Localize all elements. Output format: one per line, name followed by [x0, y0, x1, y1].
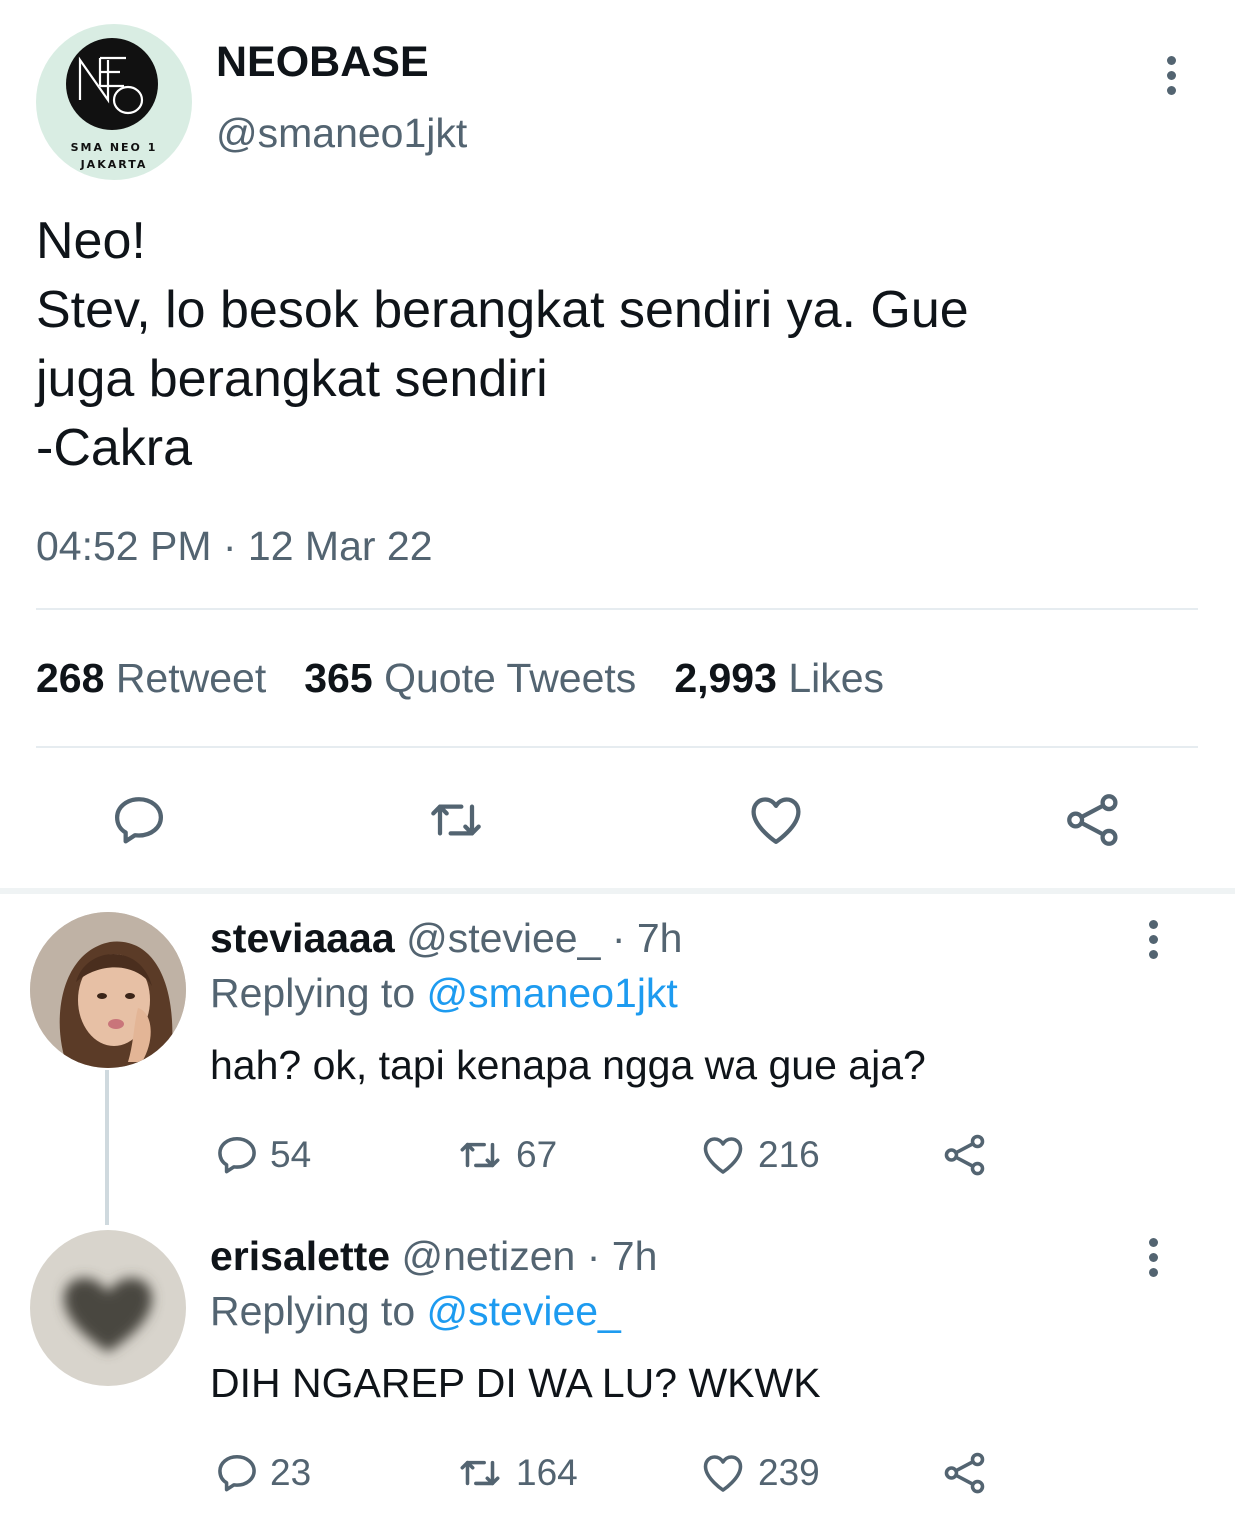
replying-to-handle[interactable]: @smaneo1jkt	[427, 970, 678, 1016]
retweet-count-link[interactable]: 268 Retweet	[36, 655, 266, 701]
like-button[interactable]: 239	[696, 1448, 820, 1498]
reply-icon	[218, 1454, 256, 1492]
avatar-caption-line2: JAKARTA	[80, 158, 148, 171]
reply-header: steviaaaa @steviee_ · 7h	[210, 915, 682, 962]
like-count: 216	[758, 1134, 820, 1175]
share-button[interactable]	[940, 1130, 998, 1180]
reply-text: hah? ok, tapi kenapa ngga wa gue aja?	[210, 1042, 926, 1088]
avatar-caption-line1: SMA NEO 1	[70, 141, 158, 154]
share-icon	[944, 1452, 985, 1494]
reply-button[interactable]: 23	[212, 1448, 311, 1498]
heart-avatar-icon	[64, 1278, 152, 1352]
author-name[interactable]: NEOBASE	[216, 38, 429, 87]
like-icon	[703, 1137, 743, 1174]
reply-text: DIH NGAREP DI WA LU? WKWK	[210, 1360, 821, 1406]
reply-avatar[interactable]	[30, 1230, 186, 1386]
retweet-count: 268	[36, 655, 105, 701]
more-icon[interactable]	[1138, 920, 1168, 964]
like-count: 239	[758, 1452, 820, 1493]
like-icon[interactable]	[744, 788, 808, 852]
reply-button[interactable]: 54	[212, 1130, 311, 1180]
tweet-text-line: Stev, lo besok berangkat sendiri ya. Gue	[36, 281, 969, 339]
tweet-stats: 268 Retweet 365 Quote Tweets 2,993 Likes	[36, 655, 884, 702]
more-icon[interactable]	[1138, 1238, 1168, 1282]
avatar-photo	[30, 912, 186, 1068]
divider	[36, 608, 1198, 610]
reply-header: erisalette @netizen · 7h	[210, 1233, 657, 1280]
retweet-button[interactable]: 67	[452, 1130, 557, 1180]
reply-author-name[interactable]: erisalette	[210, 1233, 390, 1279]
more-icon[interactable]	[1156, 56, 1186, 100]
reply-count: 54	[270, 1134, 312, 1175]
reply-author-handle[interactable]: @steviee_	[406, 915, 600, 961]
replying-label: Replying to	[210, 970, 416, 1016]
quote-count: 365	[304, 655, 373, 701]
like-icon	[703, 1455, 743, 1492]
retweet-icon	[460, 1460, 500, 1486]
reply-author-name[interactable]: steviaaaa	[210, 915, 395, 961]
tweet-timestamp[interactable]: 04:52 PM · 12 Mar 22	[36, 523, 433, 570]
tweet-text: Neo! Stev, lo besok berangkat sendiri ya…	[36, 207, 1196, 483]
divider	[36, 746, 1198, 748]
share-icon	[944, 1134, 985, 1176]
retweet-icon	[460, 1142, 500, 1168]
neo-logo-letters	[78, 56, 144, 115]
retweet-label: Retweet	[115, 655, 267, 701]
quote-label: Quote Tweets	[384, 655, 637, 701]
like-button[interactable]: 216	[696, 1130, 820, 1180]
share-button[interactable]	[940, 1448, 998, 1498]
retweet-icon[interactable]	[424, 788, 488, 852]
retweet-count: 164	[516, 1452, 578, 1493]
tweet-text-line: juga berangkat sendiri	[36, 350, 548, 408]
reply-author-handle[interactable]: @netizen	[401, 1233, 575, 1279]
share-icon[interactable]	[1061, 788, 1125, 852]
tweet-text-line: -Cakra	[36, 419, 193, 477]
reply-time[interactable]: · 7h	[612, 915, 683, 961]
neo-logo	[66, 38, 158, 130]
tweet-text-line: Neo!	[36, 212, 146, 270]
retweet-button[interactable]: 164	[452, 1448, 578, 1498]
replying-to: Replying to @smaneo1jkt	[210, 970, 678, 1017]
reply-time[interactable]: · 7h	[587, 1233, 658, 1279]
replying-to-handle[interactable]: @steviee_	[427, 1288, 621, 1334]
author-avatar[interactable]: SMA NEO 1 JAKARTA	[36, 24, 192, 180]
reply-icon[interactable]	[107, 788, 171, 852]
like-count: 2,993	[674, 655, 777, 701]
author-handle[interactable]: @smaneo1jkt	[216, 110, 467, 157]
reply-icon	[218, 1136, 256, 1174]
like-count-link[interactable]: 2,993 Likes	[674, 655, 884, 701]
reply-count: 23	[270, 1452, 312, 1493]
retweet-count: 67	[516, 1134, 558, 1175]
thread-line	[105, 1070, 109, 1225]
section-separator	[0, 888, 1235, 894]
replying-label: Replying to	[210, 1288, 416, 1334]
replying-to: Replying to @steviee_	[210, 1288, 621, 1335]
quote-count-link[interactable]: 365 Quote Tweets	[304, 655, 636, 701]
like-label: Likes	[788, 655, 885, 701]
reply-avatar[interactable]	[30, 912, 186, 1068]
